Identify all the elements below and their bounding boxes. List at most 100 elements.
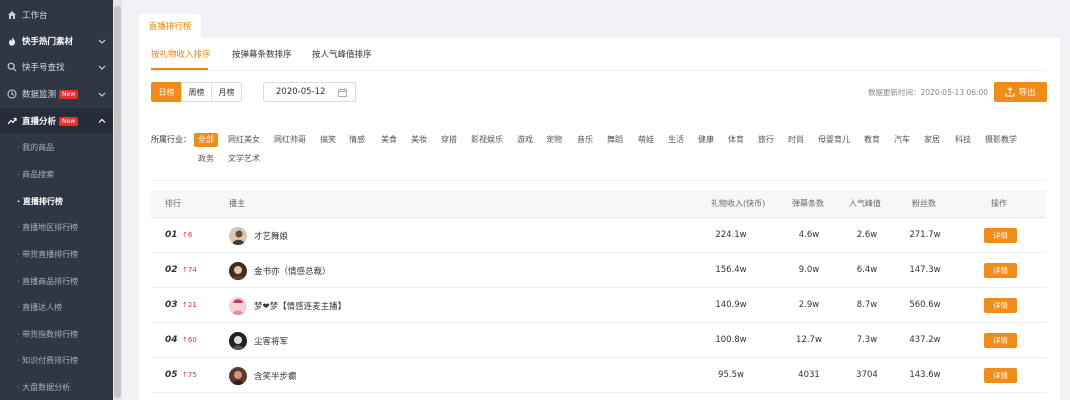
danmu-count-value: 4031 — [798, 370, 820, 380]
industry-tag[interactable]: 健康 — [698, 133, 714, 147]
tab-sort-by-peak[interactable]: 按人气峰值排序 — [312, 48, 372, 60]
anchor-name[interactable]: 才艺舞娘 — [254, 230, 288, 242]
period-monthly-button[interactable]: 月榜 — [211, 82, 242, 102]
industry-tag[interactable]: 科技 — [955, 133, 971, 147]
industry-tag[interactable]: 穿搭 — [441, 133, 457, 147]
industry-tag[interactable]: 舞蹈 — [607, 133, 623, 147]
avatar[interactable] — [229, 332, 247, 350]
industry-tag[interactable]: 网红美女 — [228, 133, 260, 147]
column-header-action: 操作 — [991, 199, 1007, 208]
tab-sort-by-danmu[interactable]: 按弹幕条数排序 — [232, 48, 292, 60]
page-tab[interactable]: 直播排行榜 — [139, 14, 201, 38]
column-header-gift-income[interactable]: 礼物收入(快币) — [711, 190, 765, 218]
chevron-down-icon — [98, 65, 106, 70]
tab-sort-by-gift[interactable]: 按礼物收入排序 — [151, 48, 211, 60]
industry-tag[interactable]: 旅行 — [758, 133, 774, 147]
industry-tag[interactable]: 游戏 — [517, 133, 533, 147]
avatar[interactable] — [229, 262, 247, 280]
anchor-name[interactable]: 尘客将军 — [254, 335, 288, 347]
industry-tag[interactable]: 音乐 — [577, 133, 593, 147]
trend-icon — [7, 116, 17, 126]
detail-button[interactable]: 详情 — [984, 228, 1017, 243]
sidebar-subitem-label: · 直播地区排行榜 — [17, 222, 79, 232]
industry-tag[interactable]: 汽车 — [894, 133, 910, 147]
sidebar-subitem-live-ranking[interactable]: · 直播排行榜 — [0, 188, 113, 214]
period-weekly-button[interactable]: 周榜 — [181, 82, 212, 102]
industry-tag[interactable]: 生活 — [668, 133, 684, 147]
industry-tag[interactable]: 萌娃 — [638, 133, 654, 147]
rank-number: 03 — [165, 300, 178, 310]
export-icon — [1005, 87, 1015, 97]
detail-button[interactable]: 详情 — [984, 298, 1017, 313]
industry-tag[interactable]: 教育 — [864, 133, 880, 147]
sidebar-item-label: 数据监测 — [22, 90, 57, 100]
anchor-name[interactable]: 含笑半步癫 — [254, 370, 297, 382]
sidebar-subitem-region-ranking[interactable]: · 直播地区排行榜 — [0, 214, 113, 240]
date-value: 2020-05-12 — [276, 87, 326, 97]
sidebar-subitem-label: · 商品搜索 — [17, 169, 55, 179]
sidebar-item-workbench[interactable]: 工作台 — [0, 2, 113, 28]
peak-popularity-value: 7.3w — [856, 335, 878, 345]
industry-tag[interactable]: 搞笑 — [320, 133, 336, 147]
avatar[interactable] — [229, 227, 247, 245]
scrollbar-thumb[interactable] — [114, 6, 121, 398]
date-picker[interactable]: 2020-05-12 — [263, 82, 356, 102]
sidebar-subitem-label: · 带货指数排行榜 — [17, 329, 79, 339]
fans-count-value: 271.7w — [909, 230, 941, 240]
detail-button[interactable]: 详情 — [984, 263, 1017, 278]
industry-tag[interactable]: 网红帅哥 — [274, 133, 306, 147]
industry-tag[interactable]: 母婴育儿 — [818, 133, 850, 147]
chevron-down-icon — [98, 39, 106, 44]
sidebar-item-data-monitor[interactable]: 数据监测 New — [0, 81, 113, 107]
industry-tag[interactable]: 体育 — [728, 133, 744, 147]
export-label: 导出 — [1018, 88, 1036, 98]
anchor-name[interactable]: 金书亦（情感总裁） — [254, 265, 331, 277]
rank-number: 04 — [165, 335, 178, 345]
sidebar-subitem-label: · 直播排行榜 — [17, 196, 63, 206]
sidebar-subitem-live-talent-ranking[interactable]: · 直播达人榜 — [0, 294, 113, 320]
table-header: 排行 播主 礼物收入(快币) 弹幕条数 人气峰值 粉丝数 操作 — [151, 190, 1046, 218]
period-daily-button[interactable]: 日榜 — [151, 82, 182, 102]
industry-label: 所属行业： — [151, 135, 191, 144]
avatar[interactable] — [229, 367, 247, 385]
industry-tag[interactable]: 政务 — [198, 152, 214, 166]
rank-change: ↑60 — [182, 336, 197, 344]
sidebar-subitem-sales-live-ranking[interactable]: · 带货直播排行榜 — [0, 241, 113, 267]
sidebar-item-label: 快手热门素材 — [22, 37, 74, 47]
sidebar-item-hot-material[interactable]: 快手热门素材 — [0, 28, 113, 54]
sidebar-subitem-product-search[interactable]: · 商品搜索 — [0, 161, 113, 187]
detail-button[interactable]: 详情 — [984, 368, 1017, 383]
column-header-fans[interactable]: 粉丝数 — [912, 190, 936, 218]
industry-tag[interactable]: 情感 — [349, 133, 365, 147]
sidebar-subitem-my-products[interactable]: · 我的商品 — [0, 134, 113, 160]
detail-button[interactable]: 详情 — [984, 333, 1017, 348]
sidebar-subitem-live-product-ranking[interactable]: · 直播商品排行榜 — [0, 268, 113, 294]
danmu-count-value: 2.9w — [798, 300, 820, 310]
gift-income-value: 100.8w — [715, 335, 747, 345]
anchor-name[interactable]: 梦❤梦【情感连麦主播】 — [254, 300, 346, 312]
chevron-up-icon — [98, 118, 106, 123]
sidebar-item-account-search[interactable]: 快手号查找 — [0, 54, 113, 80]
industry-tag[interactable]: 美食 — [381, 133, 397, 147]
sidebar-subitem-knowledge-ranking[interactable]: · 知识付费排行榜 — [0, 347, 113, 373]
industry-tag[interactable]: 宠物 — [546, 133, 562, 147]
column-header-anchor: 播主 — [229, 199, 245, 208]
avatar[interactable] — [229, 297, 247, 315]
gift-income-value: 140.9w — [715, 300, 747, 310]
sidebar-subitem-market-analysis[interactable]: · 大盘数据分析 — [0, 374, 113, 400]
industry-tag[interactable]: 家居 — [924, 133, 940, 147]
export-button[interactable]: 导出 — [994, 82, 1047, 102]
industry-tag[interactable]: 美妆 — [411, 133, 427, 147]
table-row: 05 ↑75 含笑半步癫 95.5w 4031 3704 143.6w 详情 — [151, 358, 1046, 393]
industry-tag[interactable]: 时尚 — [788, 133, 804, 147]
sidebar-item-live-analysis[interactable]: 直播分析 New — [0, 108, 113, 134]
rank-number: 02 — [165, 265, 178, 275]
sidebar-subitem-sales-index-ranking[interactable]: · 带货指数排行榜 — [0, 321, 113, 347]
industry-tag[interactable]: 文学艺术 — [228, 152, 260, 166]
industry-tag[interactable]: 摄影教学 — [985, 133, 1017, 147]
column-header-peak[interactable]: 人气峰值 — [849, 190, 881, 218]
industry-tag[interactable]: 影视娱乐 — [471, 133, 503, 147]
column-header-danmu[interactable]: 弹幕条数 — [792, 190, 824, 218]
peak-popularity-value: 2.6w — [856, 230, 878, 240]
industry-tag[interactable]: 全部 — [194, 133, 218, 147]
